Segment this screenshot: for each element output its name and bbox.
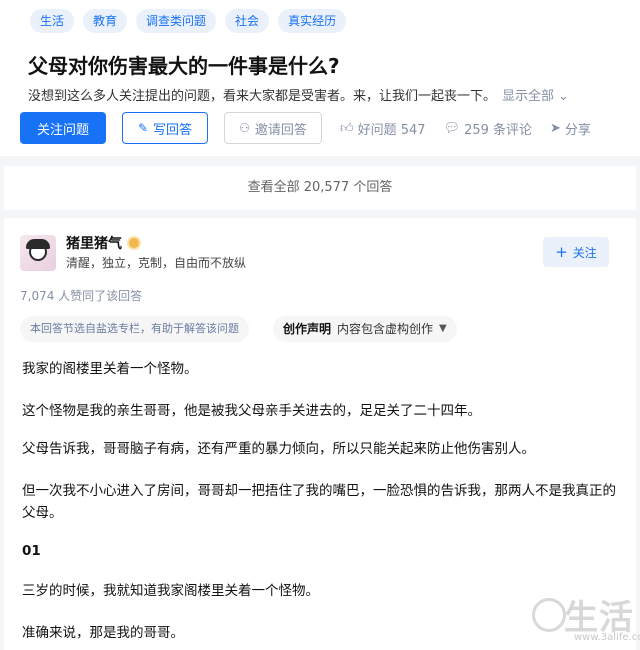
topic-tag[interactable]: 生活	[30, 9, 75, 33]
author-bio: 清醒，独立，克制，自由而不放纵	[66, 256, 247, 270]
invite-answer-button[interactable]: ⚇ 邀请回答	[224, 112, 322, 144]
question-title[interactable]: 父母对你伤害最大的一件事是什么?	[28, 50, 340, 79]
invite-answer-label: 邀请回答	[254, 122, 307, 138]
creation-notice-text: 内容包含虚构创作	[337, 322, 434, 336]
question-card: 生活 教育 调查类问题 社会 真实经历 父母对你伤害最大的一件事是什么? 没想到…	[0, 0, 640, 156]
creation-notice-tag[interactable]: 创作声明 内容包含虚构创作 ▼	[273, 316, 457, 342]
author-name-row: 猪里猪气	[66, 233, 141, 253]
answer-card: 猪里猪气 清醒，独立，克制，自由而不放纵 + 关注 7,074 人赞同了该回答 …	[4, 218, 636, 650]
question-description: 没想到这么多人关注提出的问题，看来大家都是受害者。来，让我们一起丧一下。 显示全部…	[28, 85, 588, 104]
follow-author-label: 关注	[572, 245, 597, 260]
topic-tag[interactable]: 调查类问题	[136, 9, 217, 33]
creation-notice-label: 创作声明	[283, 322, 332, 336]
upvote-count: 7,074 人赞同了该回答	[20, 289, 143, 303]
author-name[interactable]: 猪里猪气	[66, 233, 122, 253]
follow-question-button[interactable]: 关注问题	[20, 112, 106, 144]
write-answer-button[interactable]: ✎ 写回答	[122, 112, 208, 144]
good-question-button[interactable]: 👍︎ 好问题 547	[340, 119, 426, 138]
comments-label: 259 条评论	[464, 122, 533, 138]
topic-tag[interactable]: 教育	[83, 9, 128, 33]
answer-paragraph: 这个怪物是我的亲生哥哥，他是被我父母亲手关进去的，足足关了二十四年。	[22, 403, 481, 419]
avatar-hair-shape	[26, 239, 50, 249]
answer-paragraph: 我家的阁楼里关着一个怪物。	[22, 361, 198, 377]
show-all-link[interactable]: 显示全部 ⌄	[502, 89, 569, 104]
user-plus-icon: ⚇	[239, 121, 250, 135]
follow-author-button[interactable]: + 关注	[543, 237, 609, 267]
share-icon: ➤	[550, 120, 561, 136]
medal-icon	[127, 236, 141, 250]
watermark-site: www.3alife.com	[574, 632, 640, 643]
answer-paragraph: 准确来说，那是我的哥哥。	[22, 625, 184, 641]
answer-paragraph: 三岁的时候，我就知道我家阁楼里关着一个怪物。	[22, 583, 319, 599]
pencil-icon: ✎	[137, 121, 149, 135]
question-description-text: 没想到这么多人关注提出的问题，看来大家都是受害者。来，让我们一起丧一下。	[28, 89, 497, 104]
avatar[interactable]	[20, 235, 56, 271]
question-actions: 关注问题 ✎ 写回答 ⚇ 邀请回答 👍︎ 好问题 547 💬︎ 259 条评论 …	[20, 112, 591, 144]
chevron-down-icon: ▼	[439, 323, 447, 334]
good-question-label: 好问题 547	[357, 122, 426, 138]
topic-list: 生活 教育 调查类问题 社会 真实经历	[30, 9, 347, 33]
thumbs-up-icon: 👍︎	[340, 120, 354, 136]
comments-button[interactable]: 💬︎ 259 条评论	[444, 119, 532, 138]
write-answer-label: 写回答	[153, 122, 193, 138]
topic-tag[interactable]: 真实经历	[278, 9, 347, 33]
view-all-answers-link[interactable]: 查看全部 20,577 个回答	[4, 166, 636, 210]
column-excerpt-tag[interactable]: 本回答节选自盐选专栏，有助于解答该问题	[20, 316, 249, 342]
watermark-logo-shape	[532, 598, 566, 632]
share-button[interactable]: ➤ 分享	[550, 119, 591, 138]
plus-icon: +	[555, 243, 568, 261]
answer-paragraph: 父母告诉我，哥哥脑子有病，还有严重的暴力倾向，所以只能关起来防止他伤害别人。	[22, 441, 535, 457]
answer-paragraph: 但一次我不小心进入了房间，哥哥却一把捂住了我的嘴巴，一脸恐惧的告诉我，那两人不是…	[22, 483, 616, 521]
comment-icon: 💬︎	[443, 120, 461, 136]
topic-tag[interactable]: 社会	[225, 9, 270, 33]
site-watermark: 生活 www.3alife.com	[526, 590, 640, 650]
share-label: 分享	[564, 122, 591, 138]
section-heading: 01	[22, 543, 41, 559]
